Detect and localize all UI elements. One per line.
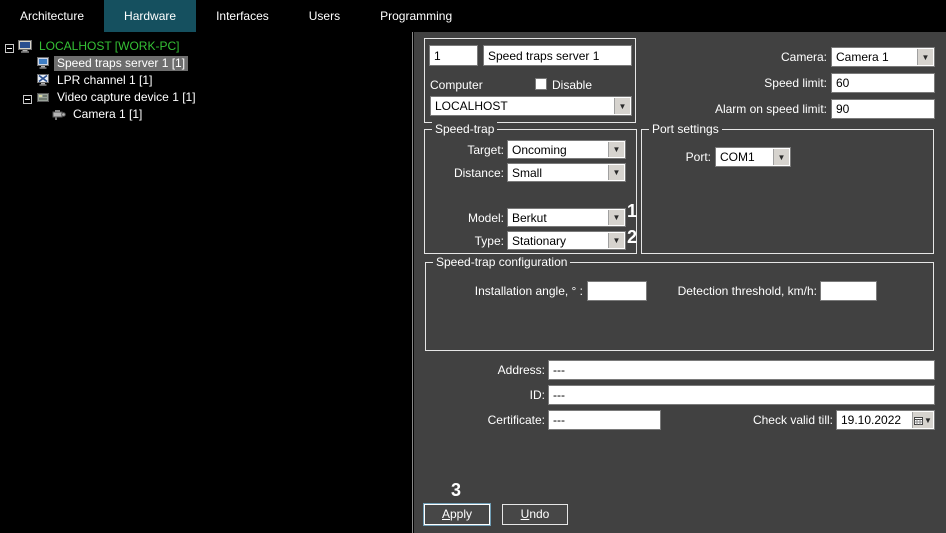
model-select[interactable]: Berkut ▼ [507, 208, 626, 227]
settings-panel: Computer Disable LOCALHOST ▼ Camera: Cam… [414, 32, 946, 533]
collapse-icon[interactable] [23, 93, 32, 102]
apply-button-label: A [442, 507, 450, 521]
camera-label: Camera: [694, 47, 827, 67]
distance-select-value: Small [512, 164, 607, 181]
object-id-field[interactable] [429, 45, 478, 66]
speed-trap-configuration-group-title: Speed-trap configuration [433, 255, 570, 270]
camera-select[interactable]: Camera 1 ▼ [831, 47, 935, 67]
tab-architecture[interactable]: Architecture [0, 0, 104, 32]
target-select[interactable]: Oncoming ▼ [507, 140, 626, 159]
identity-group: Computer Disable LOCALHOST ▼ [424, 38, 636, 123]
undo-button[interactable]: Undo [502, 504, 568, 525]
annotation-2: 2 [627, 227, 637, 248]
model-label: Model: [425, 208, 504, 228]
distance-select[interactable]: Small ▼ [507, 163, 626, 182]
speed-limit-field[interactable] [831, 73, 935, 93]
disable-label: Disable [552, 77, 592, 93]
lpr-channel-icon [36, 74, 50, 87]
port-settings-group-title: Port settings [649, 122, 722, 137]
tree-item-localhost-label: LOCALHOST [WORK-PC] [36, 39, 182, 54]
chevron-down-icon: ▼ [614, 98, 630, 114]
computer-select[interactable]: LOCALHOST ▼ [430, 96, 632, 116]
port-select-value: COM1 [720, 148, 772, 166]
alarm-speed-limit-field[interactable] [831, 99, 935, 119]
tab-users[interactable]: Users [289, 0, 360, 32]
tree-item-lpr-channel[interactable]: LPR channel 1 [1] [5, 72, 412, 89]
object-name-field[interactable] [483, 45, 632, 66]
computer-icon [18, 40, 32, 53]
model-select-value: Berkut [512, 209, 607, 226]
port-select[interactable]: COM1 ▼ [715, 147, 791, 167]
port-settings-group: Port settings Port: COM1 ▼ [641, 129, 934, 254]
port-label: Port: [655, 147, 711, 167]
tree-item-speed-traps-server-label: Speed traps server 1 [1] [54, 56, 188, 71]
speed-trap-group: Speed-trap Target: Oncoming ▼ Distance: … [424, 129, 637, 254]
capture-device-icon [36, 91, 50, 104]
check-valid-date-value: 19.10.2022 [841, 413, 901, 427]
certificate-label: Certificate: [424, 410, 545, 430]
type-label: Type: [425, 231, 504, 251]
id-label: ID: [424, 385, 545, 405]
detection-threshold-field[interactable] [820, 281, 877, 301]
chevron-down-icon: ▼ [917, 49, 933, 65]
alarm-speed-limit-label: Alarm on speed limit: [634, 99, 827, 119]
calendar-icon[interactable]: ▼ [912, 412, 933, 428]
installation-angle-field[interactable] [587, 281, 647, 301]
check-valid-date-field[interactable]: 19.10.2022 ▼ [836, 410, 935, 430]
chevron-down-icon: ▼ [608, 165, 624, 180]
tree-item-lpr-channel-label: LPR channel 1 [1] [54, 73, 155, 88]
tree-item-video-capture-device-label: Video capture device 1 [1] [54, 90, 199, 105]
camera-icon [52, 108, 66, 121]
speed-limit-label: Speed limit: [664, 73, 827, 93]
installation-angle-label: Installation angle, ° : [426, 281, 583, 301]
address-label: Address: [424, 360, 545, 380]
tree-item-video-capture-device[interactable]: Video capture device 1 [1] [5, 89, 412, 106]
detection-threshold-label: Detection threshold, km/h: [656, 281, 817, 301]
disable-checkbox[interactable] [535, 78, 547, 90]
check-valid-till-label: Check valid till: [714, 410, 833, 430]
tab-bar: Architecture Hardware Interfaces Users P… [0, 0, 946, 32]
server-icon [36, 57, 50, 70]
speed-trap-group-title: Speed-trap [432, 122, 497, 137]
hardware-tree-panel: LOCALHOST [WORK-PC] Speed traps server 1… [0, 32, 413, 533]
tab-interfaces[interactable]: Interfaces [196, 0, 289, 32]
type-select[interactable]: Stationary ▼ [507, 231, 626, 250]
annotation-1: 1 [627, 201, 637, 222]
type-select-value: Stationary [512, 232, 607, 249]
tree-item-localhost[interactable]: LOCALHOST [WORK-PC] [5, 38, 412, 55]
tree-item-camera[interactable]: Camera 1 [1] [5, 106, 412, 123]
chevron-down-icon: ▼ [608, 210, 624, 225]
camera-select-value: Camera 1 [836, 48, 916, 66]
chevron-down-icon: ▼ [608, 233, 624, 248]
collapse-icon[interactable] [5, 42, 14, 51]
address-field[interactable] [548, 360, 935, 380]
computer-label: Computer [430, 77, 483, 93]
target-label: Target: [425, 140, 504, 160]
tab-hardware[interactable]: Hardware [104, 0, 196, 32]
annotation-3: 3 [451, 480, 461, 501]
certificate-field[interactable] [548, 410, 661, 430]
distance-label: Distance: [425, 163, 504, 183]
computer-select-value: LOCALHOST [435, 97, 613, 115]
undo-button-label: U [521, 507, 530, 521]
speed-trap-configuration-group: Speed-trap configuration Installation an… [425, 262, 934, 351]
id-field[interactable] [548, 385, 935, 405]
chevron-down-icon: ▼ [608, 142, 624, 157]
chevron-down-icon: ▼ [924, 416, 932, 425]
tree-item-camera-label: Camera 1 [1] [70, 107, 145, 122]
apply-button[interactable]: Apply [424, 504, 490, 525]
chevron-down-icon: ▼ [773, 149, 789, 165]
target-select-value: Oncoming [512, 141, 607, 158]
tab-programming[interactable]: Programming [360, 0, 472, 32]
tree-item-speed-traps-server[interactable]: Speed traps server 1 [1] [5, 55, 412, 72]
